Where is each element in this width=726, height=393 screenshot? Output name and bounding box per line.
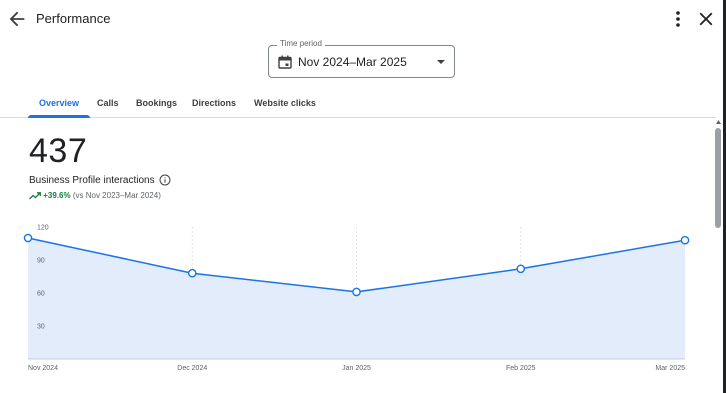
chart-y-tick-label: 60 xyxy=(37,291,45,298)
metric-total: 437 xyxy=(29,132,88,170)
top-bar: Performance xyxy=(0,0,726,38)
tab-bookings[interactable]: Bookings xyxy=(136,98,177,108)
close-icon[interactable] xyxy=(695,8,717,30)
chart-data-point xyxy=(516,264,526,274)
chart-y-tick-label: 30 xyxy=(37,324,45,331)
time-period-select[interactable]: Time period Nov 2024–Mar 2025 xyxy=(268,39,455,78)
time-period-label: Time period xyxy=(277,39,325,48)
chart-data-point xyxy=(352,287,361,297)
chart-x-tick-label: Dec 2024 xyxy=(177,365,207,372)
trend-percentage: +39.6% xyxy=(43,191,71,200)
trend-row: +39.6% (vs Nov 2023–Mar 2024) xyxy=(29,191,161,200)
dropdown-arrow-icon xyxy=(437,60,445,64)
chart-x-tick-label: Nov 2024 xyxy=(28,365,58,372)
tab-bar: Overview Calls Bookings Directions Websi… xyxy=(0,91,716,118)
info-icon[interactable] xyxy=(159,174,171,186)
chart-data-point xyxy=(680,235,690,245)
chart-data-point xyxy=(187,268,197,278)
time-period-value: Nov 2024–Mar 2025 xyxy=(298,55,407,69)
trending-up-icon xyxy=(29,192,41,200)
more-vert-icon[interactable] xyxy=(668,8,688,30)
tab-website-clicks[interactable]: Website clicks xyxy=(254,98,316,108)
chart-y-tick-label: 90 xyxy=(37,258,45,265)
tab-calls[interactable]: Calls xyxy=(97,98,119,108)
chart-data-point xyxy=(23,233,33,243)
arrow-back-icon[interactable] xyxy=(6,8,28,30)
tab-overview[interactable]: Overview xyxy=(39,98,79,108)
metric-label: Business Profile interactions xyxy=(29,175,155,186)
scroll-up-arrow-icon[interactable] xyxy=(716,120,721,124)
trend-comparison: (vs Nov 2023–Mar 2024) xyxy=(72,191,161,200)
active-tab-indicator xyxy=(28,115,90,118)
chart-x-tick-label: Mar 2025 xyxy=(655,365,685,372)
tab-directions[interactable]: Directions xyxy=(192,98,236,108)
calendar-icon xyxy=(278,55,292,69)
chart-x-tick-label: Feb 2025 xyxy=(506,365,536,372)
scrollbar-thumb[interactable] xyxy=(715,128,721,228)
chart-y-tick-label: 120 xyxy=(37,225,49,232)
page-title: Performance xyxy=(36,11,111,26)
chart-x-tick-label: Jan 2025 xyxy=(342,365,371,372)
interactions-area-chart: 120 90 60 30 Nov 2024 Dec 2024 Jan 2025 Feb 20… xyxy=(23,225,690,372)
